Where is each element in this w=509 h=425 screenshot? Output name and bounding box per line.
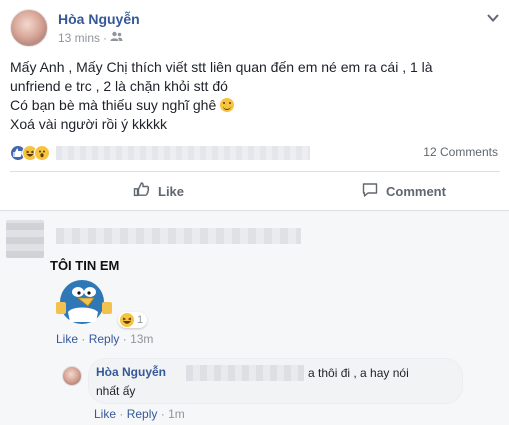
comments-count[interactable]: 12 Comments (423, 145, 498, 159)
comment-button[interactable]: Comment (361, 181, 446, 202)
divider (10, 171, 500, 172)
comment-like-link[interactable]: Like (56, 332, 78, 346)
post-line: Có bạn bè mà thiếu suy nghĩ ghê (10, 96, 500, 115)
author-name[interactable]: Hòa Nguyễn (58, 11, 140, 27)
sticker-reactions[interactable]: 1 (118, 312, 148, 328)
post-time[interactable]: 13 mins (58, 31, 100, 45)
post-line: unfriend e trc , 2 là chặn khỏi stt đó (10, 78, 228, 94)
post-meta: 13 mins · (58, 31, 123, 45)
smile-emoji-icon (220, 98, 235, 112)
haha-reaction-icon (120, 313, 134, 327)
commenter-avatar-redacted[interactable] (6, 220, 44, 258)
thumbs-up-icon (133, 181, 151, 202)
chevron-down-icon[interactable] (486, 11, 500, 25)
sticker-reaction-count: 1 (137, 314, 144, 326)
wow-reaction-icon (34, 145, 50, 161)
reply-time[interactable]: 1m (168, 407, 185, 421)
reply-actions: Like · Reply · 1m (94, 407, 185, 421)
sticker-caption: TÔI TIN EM (50, 258, 119, 273)
post-line: Mấy Anh , Mấy Chị thích viết stt liên qu… (10, 59, 433, 75)
like-button-label: Like (158, 184, 185, 199)
like-button[interactable]: Like (133, 181, 184, 202)
reactions-summary[interactable]: 12 Comments (10, 143, 500, 163)
post-body: Mấy Anh , Mấy Chị thích viết stt liên qu… (10, 58, 500, 134)
reply-author-avatar[interactable] (62, 366, 82, 386)
reply-text: a thôi đi , a hay nói (308, 366, 409, 380)
comment-bubble-icon (361, 181, 379, 202)
reply-author-name[interactable]: Hòa Nguyễn (96, 365, 166, 379)
post-line: Xoá vài người rồi ý kkkkk (10, 116, 168, 132)
tagged-name-redacted (186, 365, 304, 381)
reply-reply-link[interactable]: Reply (127, 407, 158, 421)
reactors-names-redacted (56, 146, 310, 160)
commenter-name-redacted (56, 228, 301, 244)
comment-time[interactable]: 13m (130, 332, 153, 346)
reply-text: nhất ấy (96, 384, 136, 398)
comment-button-label: Comment (386, 184, 446, 199)
friends-icon[interactable] (110, 31, 123, 45)
comment-reply-link[interactable]: Reply (89, 332, 120, 346)
post-header: Hòa Nguyễn 13 mins · (0, 0, 509, 52)
reply-like-link[interactable]: Like (94, 407, 116, 421)
comment-actions: Like · Reply · 13m (56, 332, 154, 346)
author-avatar[interactable] (10, 9, 48, 47)
